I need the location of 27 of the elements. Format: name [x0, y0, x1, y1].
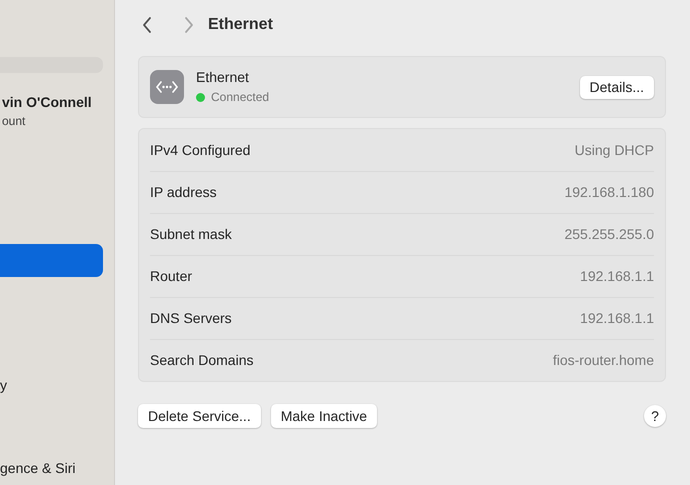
sidebar-item[interactable] — [0, 244, 103, 277]
account-name: vin O'Connell — [1, 93, 93, 111]
detail-label: Router — [150, 267, 192, 286]
sidebar-item[interactable]: gence & Siri — [0, 452, 103, 485]
action-button[interactable]: Make Inactive — [270, 404, 378, 428]
help-button[interactable]: ? — [644, 405, 666, 427]
detail-label: Search Domains — [150, 351, 254, 370]
ethernet-icon — [150, 70, 184, 104]
forward-icon — [184, 16, 194, 34]
detail-value: 192.168.1.180 — [564, 183, 654, 202]
action-button[interactable]: Delete Service... — [138, 404, 261, 428]
account-subtitle: ount — [1, 113, 26, 129]
detail-label: IPv4 Configured — [150, 140, 250, 160]
service-name: Ethernet — [196, 68, 250, 86]
sidebar-item[interactable]: y — [0, 369, 103, 402]
details-button[interactable]: Details... — [580, 76, 654, 98]
back-icon — [142, 16, 152, 34]
detail-value: fios-router.home — [552, 351, 654, 370]
page-title: Ethernet — [208, 15, 273, 35]
detail-value: Using DHCP — [574, 140, 654, 160]
detail-value: 192.168.1.1 — [580, 309, 654, 328]
detail-label: IP address — [150, 183, 217, 202]
detail-label: DNS Servers — [150, 309, 232, 328]
detail-label: Subnet mask — [150, 225, 232, 244]
status-text: Connected — [211, 89, 270, 106]
detail-value: 255.255.255.0 — [564, 225, 654, 244]
detail-value: 192.168.1.1 — [580, 267, 654, 286]
